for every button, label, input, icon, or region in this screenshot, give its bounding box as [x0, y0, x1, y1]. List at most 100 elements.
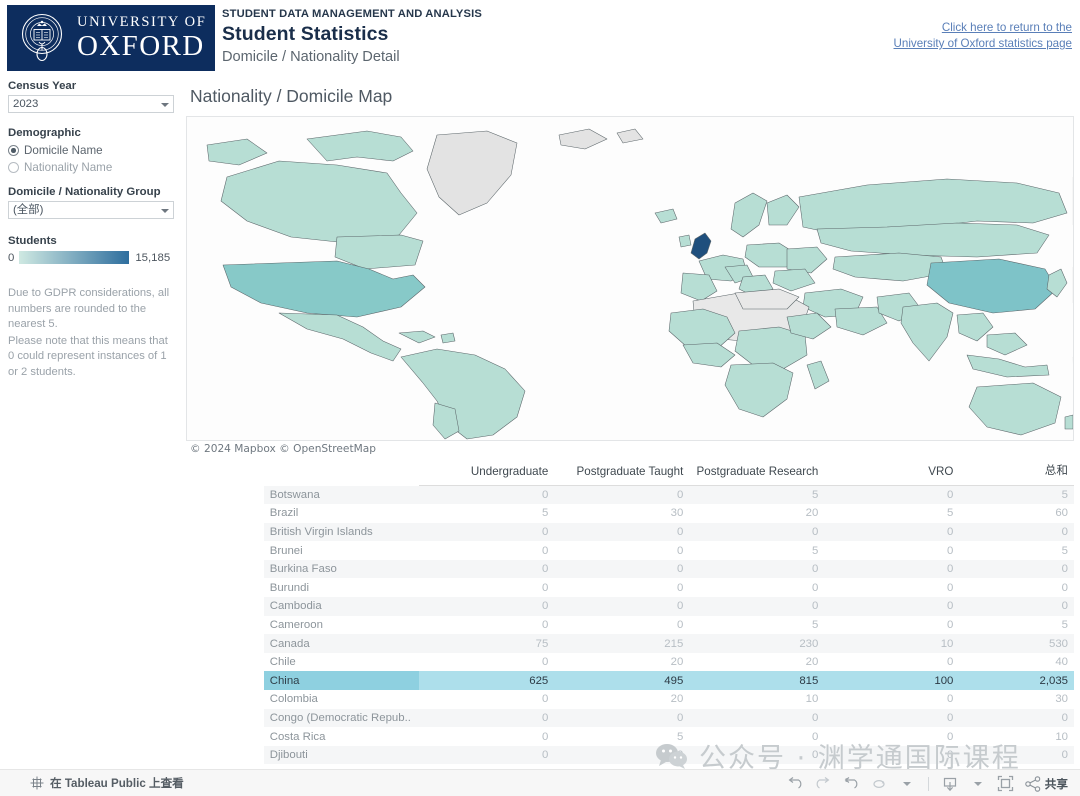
- row-value-1[interactable]: 0: [554, 745, 690, 765]
- table-col-vro[interactable]: VRO: [824, 462, 960, 486]
- row-country-name[interactable]: Chile: [264, 653, 420, 672]
- download-button[interactable]: [937, 773, 963, 794]
- row-value-1[interactable]: 20: [554, 690, 689, 709]
- world-map-panel[interactable]: [186, 116, 1074, 441]
- row-value-total[interactable]: 2,035: [959, 671, 1074, 691]
- row-value-2[interactable]: 815: [689, 671, 825, 691]
- row-value-1[interactable]: 0: [554, 708, 690, 728]
- table-col-postgraduate-research[interactable]: Postgraduate Research: [689, 462, 825, 486]
- row-value-0[interactable]: 75: [419, 634, 555, 653]
- row-value-0[interactable]: 0: [419, 522, 555, 542]
- row-value-1[interactable]: 5: [554, 727, 689, 746]
- row-value-3[interactable]: 0: [824, 653, 959, 672]
- row-value-total[interactable]: 30: [959, 690, 1074, 709]
- table-row[interactable]: China 625 495 815 100 2,035: [186, 671, 1074, 691]
- row-country-name[interactable]: British Virgin Islands: [263, 522, 420, 542]
- row-value-total[interactable]: 5: [959, 485, 1074, 505]
- table-row[interactable]: Cameroon 0 0 5 0 5: [186, 616, 1074, 635]
- row-value-0[interactable]: 0: [419, 597, 555, 616]
- row-value-2[interactable]: 0: [689, 708, 825, 728]
- redo-button[interactable]: [810, 773, 836, 794]
- row-value-0[interactable]: 0: [419, 559, 555, 579]
- row-value-1[interactable]: 30: [554, 504, 689, 523]
- undo-button[interactable]: [782, 773, 808, 794]
- row-value-3[interactable]: 0: [824, 616, 959, 635]
- table-row[interactable]: Congo (Democratic Repub.. 0 0 0 0 0: [186, 708, 1074, 728]
- table-col-postgraduate-taught[interactable]: Postgraduate Taught: [554, 462, 690, 486]
- data-table-container[interactable]: Undergraduate Postgraduate Taught Postgr…: [186, 462, 1074, 770]
- row-value-total[interactable]: 530: [959, 634, 1074, 653]
- row-value-2[interactable]: 0: [689, 745, 825, 765]
- row-country-name[interactable]: Burkina Faso: [263, 559, 420, 579]
- refresh-dropdown-button[interactable]: [894, 773, 920, 794]
- row-value-2[interactable]: 5: [689, 485, 825, 505]
- row-country-name[interactable]: Congo (Democratic Repub..: [263, 708, 420, 728]
- row-value-1[interactable]: 0: [554, 616, 689, 635]
- row-value-total[interactable]: 5: [959, 616, 1074, 635]
- row-country-name[interactable]: Brazil: [264, 504, 420, 523]
- row-value-3[interactable]: 0: [824, 541, 959, 560]
- row-value-3[interactable]: 0: [824, 522, 960, 542]
- table-row[interactable]: Burkina Faso 0 0 0 0 0: [186, 559, 1074, 579]
- row-value-0[interactable]: 0: [419, 727, 554, 746]
- row-value-0[interactable]: 0: [419, 485, 555, 505]
- revert-button[interactable]: [838, 773, 864, 794]
- row-country-name[interactable]: Costa Rica: [264, 727, 420, 746]
- row-value-0[interactable]: 0: [419, 653, 554, 672]
- row-value-0[interactable]: 0: [419, 616, 554, 635]
- census-year-dropdown[interactable]: 2023: [8, 95, 174, 113]
- world-choropleth-map[interactable]: [187, 117, 1074, 441]
- refresh-button[interactable]: [866, 773, 892, 794]
- row-value-2[interactable]: 5: [689, 541, 824, 560]
- table-col-total[interactable]: 总和: [959, 462, 1074, 486]
- row-country-name[interactable]: Botswana: [263, 485, 420, 505]
- row-value-1[interactable]: 0: [554, 522, 690, 542]
- row-value-total[interactable]: 0: [959, 597, 1074, 616]
- row-value-2[interactable]: 0: [689, 578, 824, 597]
- row-country-name[interactable]: Canada: [263, 634, 420, 653]
- row-value-0[interactable]: 0: [419, 690, 554, 709]
- row-value-total[interactable]: 0: [959, 745, 1074, 765]
- group-dropdown[interactable]: (全部): [8, 201, 174, 219]
- row-value-3[interactable]: 100: [824, 671, 960, 691]
- row-value-0[interactable]: 5: [419, 504, 554, 523]
- row-value-3[interactable]: 0: [824, 745, 960, 765]
- row-country-name[interactable]: Cameroon: [264, 616, 420, 635]
- row-value-1[interactable]: 495: [554, 671, 690, 691]
- row-country-name[interactable]: Colombia: [264, 690, 420, 709]
- row-value-2[interactable]: 20: [689, 653, 824, 672]
- table-row[interactable]: Djibouti 0 0 0 0 0: [186, 745, 1074, 765]
- table-row[interactable]: Brazil 5 30 20 5 60: [186, 504, 1074, 523]
- row-value-3[interactable]: 10: [824, 634, 960, 653]
- row-value-2[interactable]: 0: [689, 727, 824, 746]
- row-value-1[interactable]: 0: [554, 597, 690, 616]
- radio-nationality-name[interactable]: Nationality Name: [8, 159, 174, 176]
- row-country-name[interactable]: Burundi: [264, 578, 420, 597]
- row-value-3[interactable]: 0: [824, 597, 960, 616]
- radio-domicile-name[interactable]: Domicile Name: [8, 142, 174, 159]
- table-row[interactable]: Canada 75 215 230 10 530: [186, 634, 1074, 653]
- fullscreen-button[interactable]: [993, 773, 1019, 794]
- row-country-name[interactable]: Cambodia: [263, 597, 420, 616]
- row-value-2[interactable]: 230: [689, 634, 825, 653]
- row-value-2[interactable]: 0: [689, 559, 825, 579]
- return-to-statistics-link[interactable]: Click here to return to the University o…: [842, 20, 1072, 52]
- row-value-0[interactable]: 0: [419, 708, 555, 728]
- row-value-1[interactable]: 20: [554, 653, 689, 672]
- row-country-name[interactable]: Brunei: [264, 541, 420, 560]
- table-row[interactable]: British Virgin Islands 0 0 0 0 0: [186, 522, 1074, 542]
- row-value-2[interactable]: 20: [689, 504, 824, 523]
- table-row[interactable]: Cambodia 0 0 0 0 0: [186, 597, 1074, 616]
- table-row[interactable]: Botswana 0 0 5 0 5: [186, 485, 1074, 505]
- table-row[interactable]: Chile 0 20 20 0 40: [186, 653, 1074, 672]
- row-country-name[interactable]: China: [263, 671, 420, 691]
- row-value-2[interactable]: 0: [689, 597, 825, 616]
- row-value-0[interactable]: 0: [419, 745, 555, 765]
- row-value-3[interactable]: 0: [824, 690, 959, 709]
- table-col-undergraduate[interactable]: Undergraduate: [419, 462, 555, 486]
- row-value-1[interactable]: 0: [554, 485, 690, 505]
- download-dropdown-button[interactable]: [965, 773, 991, 794]
- row-value-2[interactable]: 5: [689, 616, 824, 635]
- row-value-total[interactable]: 0: [959, 522, 1074, 542]
- view-on-tableau-public-link[interactable]: 在 Tableau Public 上查看: [30, 775, 184, 791]
